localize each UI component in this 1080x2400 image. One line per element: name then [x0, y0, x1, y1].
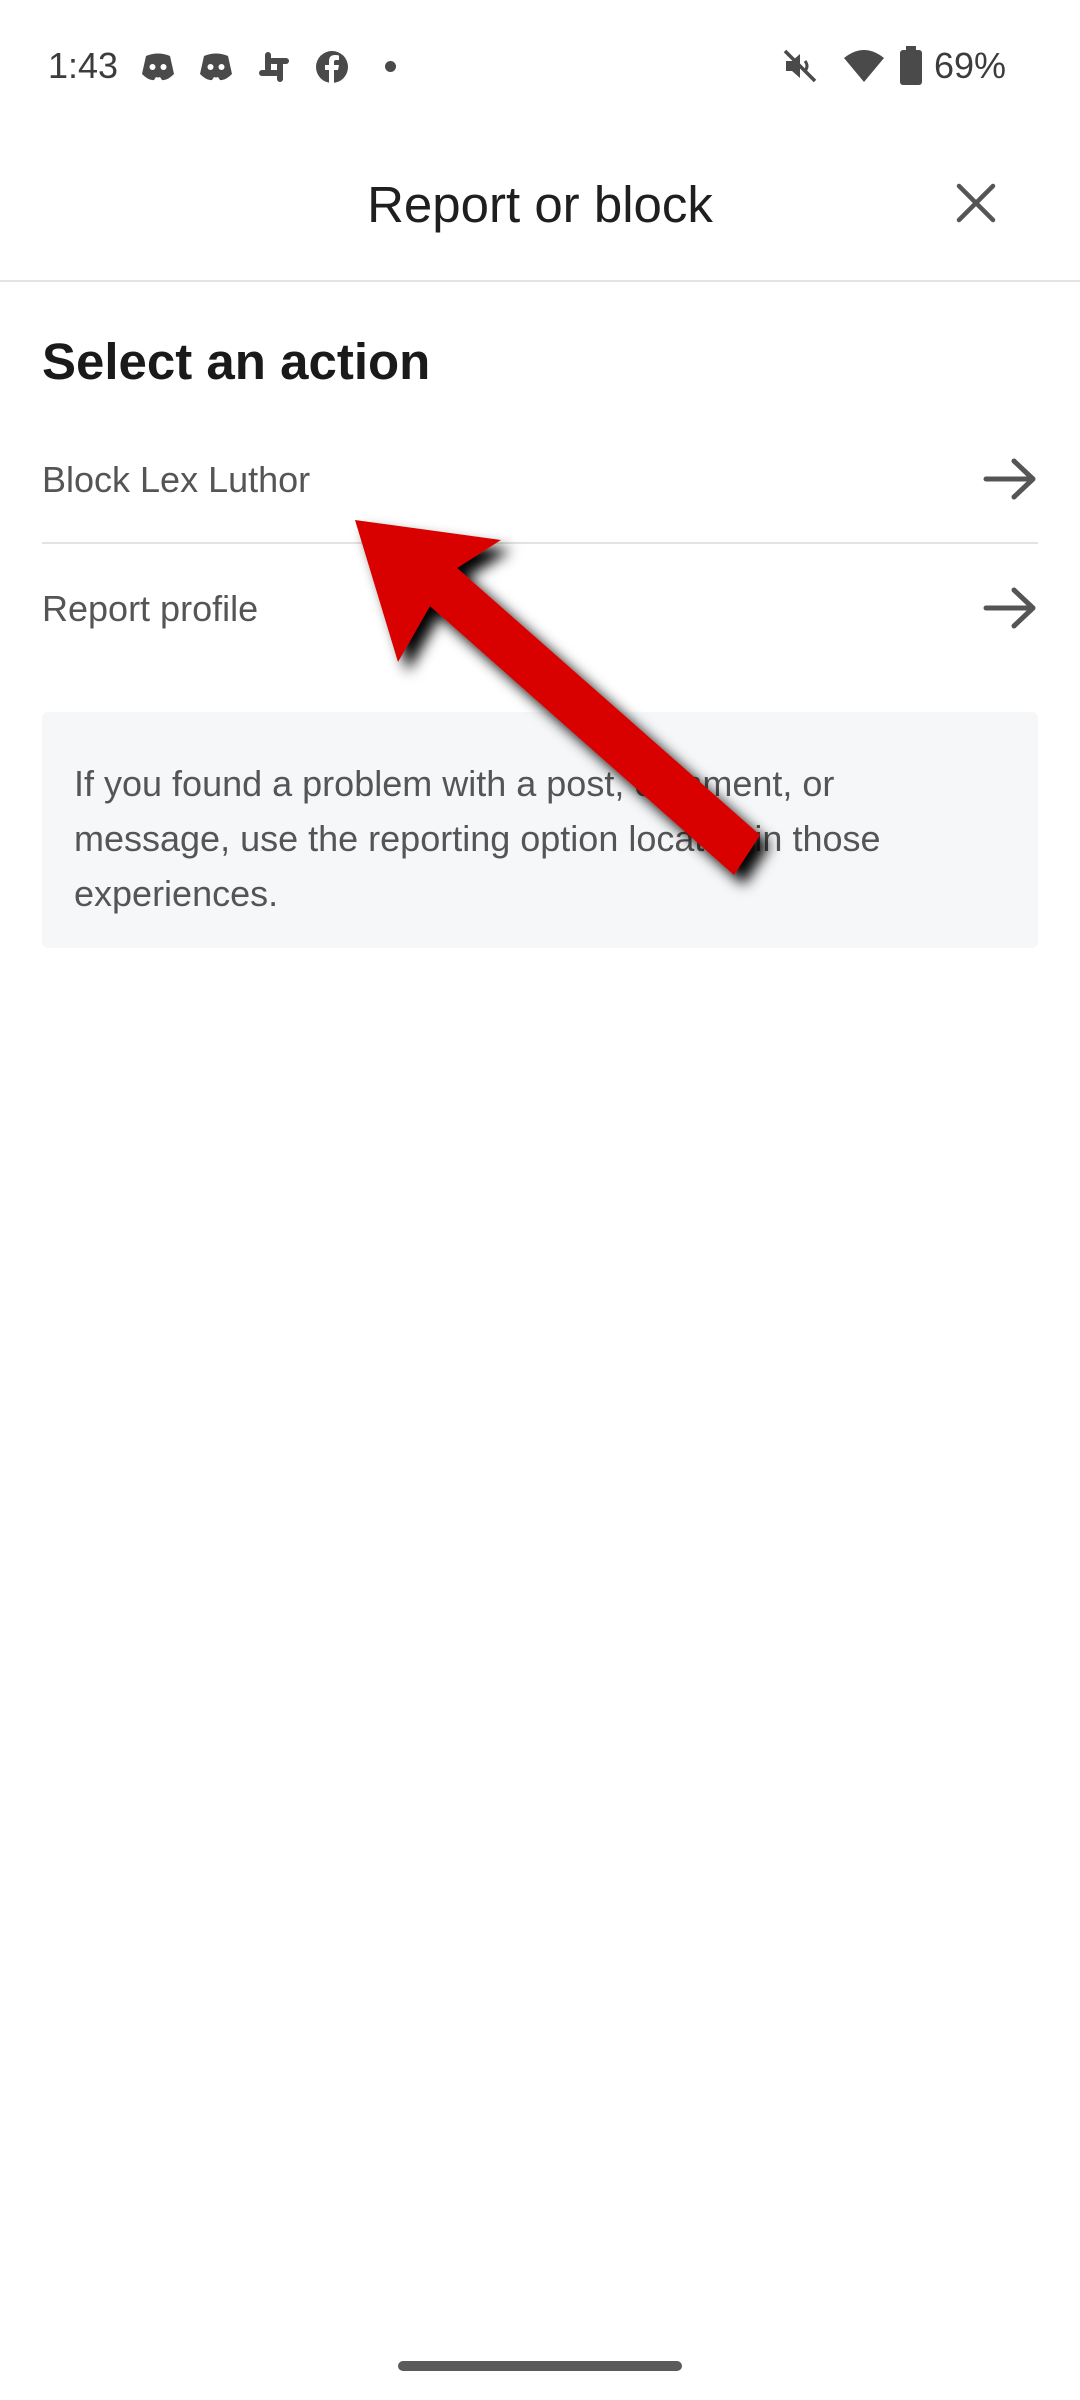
slack-icon	[256, 50, 292, 84]
dialog-header: Report or block	[0, 130, 1080, 282]
mute-icon	[780, 46, 820, 86]
block-user-row[interactable]: Block Lex Luthor	[42, 416, 1038, 544]
status-bar: 1:43 69%	[0, 0, 1080, 130]
home-indicator[interactable]	[398, 2361, 682, 2371]
close-icon	[956, 183, 996, 223]
info-box: If you found a problem with a post, comm…	[42, 712, 1038, 948]
close-button[interactable]	[945, 172, 1007, 234]
battery-icon	[898, 46, 924, 86]
section-title: Select an action	[42, 333, 431, 390]
battery-percent: 69%	[934, 45, 1007, 86]
arrow-right-icon	[982, 456, 1038, 502]
discord-icon	[140, 50, 176, 84]
status-time: 1:43	[48, 45, 119, 86]
wifi-icon	[842, 46, 886, 86]
notification-dot-icon	[385, 61, 396, 72]
page-title: Report or block	[367, 176, 713, 233]
facebook-icon	[314, 50, 350, 84]
block-user-label: Block Lex Luthor	[42, 459, 311, 500]
report-profile-row[interactable]: Report profile	[42, 545, 1038, 671]
report-profile-label: Report profile	[42, 588, 259, 629]
arrow-right-icon	[982, 585, 1038, 631]
discord-icon	[198, 50, 234, 84]
info-text: If you found a problem with a post, comm…	[74, 763, 881, 914]
